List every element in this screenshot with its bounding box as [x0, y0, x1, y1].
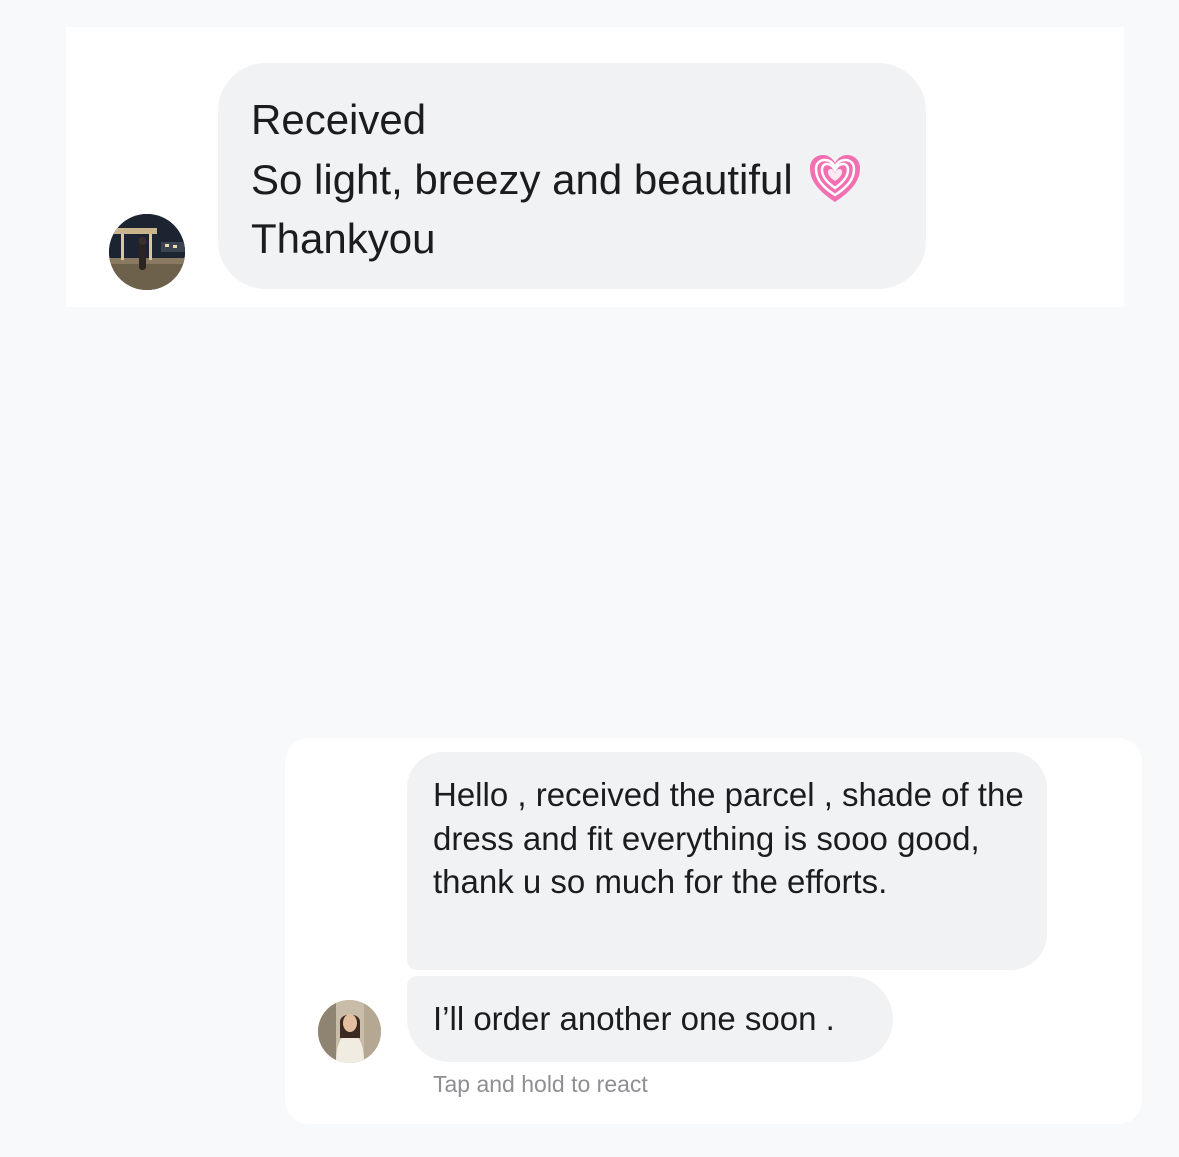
sender-avatar[interactable] — [318, 1000, 381, 1063]
message-bubble[interactable]: I’ll order another one soon . — [407, 976, 893, 1062]
message-card: Received So light, breezy and beautiful … — [66, 27, 1124, 307]
message-text: Hello , received the parcel , shade of t… — [433, 776, 1024, 900]
react-hint: Tap and hold to react — [433, 1071, 648, 1097]
message-line-with-emoji: So light, breezy and beautiful — [251, 150, 926, 210]
message-line: Received — [251, 96, 427, 143]
sender-avatar[interactable] — [109, 214, 185, 290]
message-bubble[interactable]: Hello , received the parcel , shade of t… — [407, 752, 1047, 970]
avatar-photo-icon — [109, 214, 185, 290]
message-line-text: So light, breezy and beautiful — [251, 155, 793, 203]
message-bubble[interactable]: Received So light, breezy and beautiful … — [218, 63, 926, 289]
message-text: I’ll order another one soon . — [433, 1000, 835, 1037]
growing-heart-icon — [809, 154, 861, 204]
message-card: Hello , received the parcel , shade of t… — [285, 738, 1142, 1124]
message-line: Thankyou — [251, 215, 436, 262]
avatar-portrait-icon — [318, 1000, 381, 1063]
